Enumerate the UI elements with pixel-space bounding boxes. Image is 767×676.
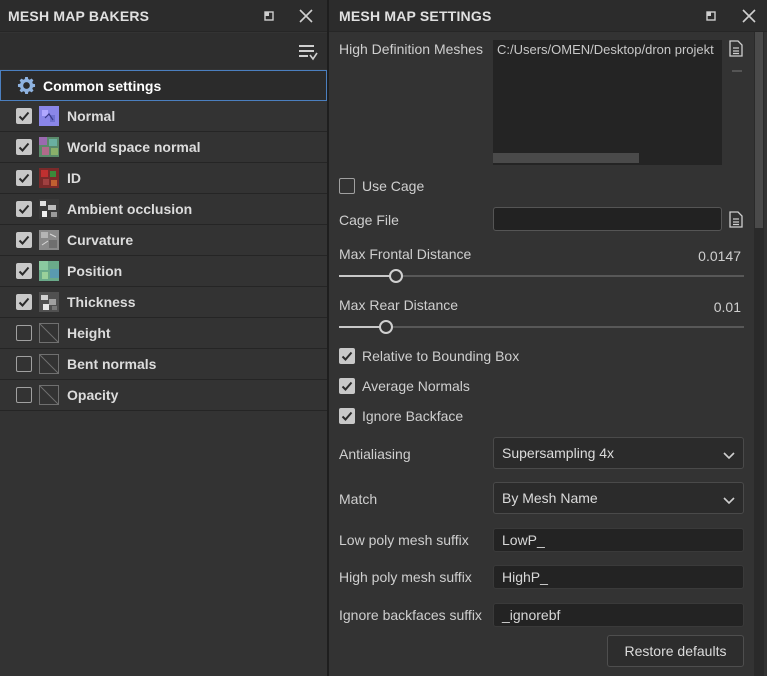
- curvature-map-icon: [39, 230, 59, 250]
- restore-defaults-button[interactable]: Restore defaults: [607, 635, 744, 667]
- mesh-map-settings-panel: MESH MAP SETTINGS High Definition Meshes…: [329, 0, 767, 676]
- baker-item-label: Position: [67, 263, 123, 279]
- ignore-backface-label: Ignore Backface: [362, 408, 464, 424]
- mesh-map-bakers-panel: MESH MAP BAKERS Common settings Normal W…: [0, 0, 327, 676]
- baker-checkbox[interactable]: [16, 325, 32, 341]
- baker-item-label: Thickness: [67, 294, 136, 310]
- file-browse-icon[interactable]: [729, 40, 743, 57]
- thickness-map-icon: [39, 292, 59, 312]
- undock-icon[interactable]: [259, 6, 279, 26]
- high-def-meshes-list[interactable]: C:/Users/OMEN/Desktop/dron projekt: [493, 40, 722, 165]
- baker-item-ambient-occlusion[interactable]: Ambient occlusion: [0, 194, 327, 225]
- baker-checkbox[interactable]: [16, 108, 32, 124]
- baker-checkbox[interactable]: [16, 294, 32, 310]
- bakers-list: Common settings Normal World space normal…: [0, 70, 327, 411]
- file-browse-icon[interactable]: [729, 211, 743, 228]
- slider-handle[interactable]: [389, 269, 403, 283]
- baker-item-opacity[interactable]: Opacity: [0, 380, 327, 411]
- left-panel-title: MESH MAP BAKERS: [8, 8, 150, 24]
- normal-map-icon: [39, 106, 59, 126]
- low-poly-suffix-input[interactable]: LowP_: [493, 528, 744, 552]
- empty-map-icon: [39, 354, 59, 374]
- common-settings-item[interactable]: Common settings: [0, 70, 327, 101]
- match-label: Match: [339, 491, 378, 507]
- baker-item-label: Bent normals: [67, 356, 157, 372]
- left-panel-header: MESH MAP BAKERS: [0, 0, 327, 32]
- low-poly-suffix-label: Low poly mesh suffix: [339, 532, 469, 548]
- empty-map-icon: [39, 323, 59, 343]
- ignore-backfaces-suffix-label: Ignore backfaces suffix: [339, 607, 482, 623]
- baker-checkbox[interactable]: [16, 387, 32, 403]
- relative-bbox-label: Relative to Bounding Box: [362, 348, 520, 364]
- baker-item-height[interactable]: Height: [0, 318, 327, 349]
- bakers-toolbar: [0, 33, 327, 69]
- baker-checkbox[interactable]: [16, 232, 32, 248]
- scrollbar-thumb[interactable]: [755, 32, 763, 228]
- baker-item-normal[interactable]: Normal: [0, 101, 327, 132]
- baker-item-position[interactable]: Position: [0, 256, 327, 287]
- slider-fill: [339, 275, 396, 277]
- undock-icon[interactable]: [701, 6, 721, 26]
- high-poly-suffix-label: High poly mesh suffix: [339, 569, 472, 585]
- baker-item-bent-normals[interactable]: Bent normals: [0, 349, 327, 380]
- baker-item-id[interactable]: ID: [0, 163, 327, 194]
- baker-item-label: Height: [67, 325, 111, 341]
- baker-item-label: Curvature: [67, 232, 134, 248]
- baker-item-label: ID: [67, 170, 81, 186]
- position-map-icon: [39, 261, 59, 281]
- baker-checkbox[interactable]: [16, 201, 32, 217]
- chevron-down-icon: [723, 493, 735, 509]
- match-value: By Mesh Name: [502, 490, 598, 506]
- max-rear-distance-label: Max Rear Distance: [339, 297, 459, 313]
- cage-file-input[interactable]: [493, 207, 722, 231]
- baker-item-label: Ambient occlusion: [67, 201, 193, 217]
- max-frontal-distance-value[interactable]: 0.0147: [698, 248, 741, 264]
- high-def-meshes-label: High Definition Meshes: [339, 41, 483, 57]
- remove-mesh-icon[interactable]: [732, 70, 742, 72]
- high-poly-suffix-input[interactable]: HighP_: [493, 565, 744, 589]
- ignore-backfaces-suffix-input[interactable]: _ignorebf: [493, 603, 744, 627]
- filter-list-icon[interactable]: [297, 41, 319, 63]
- max-rear-distance-slider[interactable]: [339, 320, 744, 334]
- use-cage-label: Use Cage: [362, 178, 425, 194]
- antialiasing-select[interactable]: Supersampling 4x: [493, 437, 744, 469]
- empty-map-icon: [39, 385, 59, 405]
- baker-checkbox[interactable]: [16, 139, 32, 155]
- max-frontal-distance-slider[interactable]: [339, 269, 744, 283]
- high-def-mesh-path[interactable]: C:/Users/OMEN/Desktop/dron projekt: [497, 42, 714, 57]
- max-frontal-distance-label: Max Frontal Distance: [339, 246, 472, 262]
- horizontal-scrollbar[interactable]: [493, 153, 639, 163]
- ao-map-icon: [39, 199, 59, 219]
- baker-item-label: Opacity: [67, 387, 119, 403]
- slider-handle[interactable]: [379, 320, 393, 334]
- average-normals-label: Average Normals: [362, 378, 470, 394]
- close-icon[interactable]: [739, 6, 759, 26]
- antialiasing-label: Antialiasing: [339, 446, 411, 462]
- ignore-backface-checkbox[interactable]: [339, 408, 355, 424]
- baker-item-thickness[interactable]: Thickness: [0, 287, 327, 318]
- cage-file-label: Cage File: [339, 212, 399, 228]
- relative-bbox-checkbox[interactable]: [339, 348, 355, 364]
- use-cage-checkbox[interactable]: [339, 178, 355, 194]
- vertical-scrollbar[interactable]: [754, 32, 764, 676]
- chevron-down-icon: [723, 448, 735, 464]
- gear-icon: [17, 76, 36, 95]
- right-panel-title: MESH MAP SETTINGS: [339, 8, 492, 24]
- id-map-icon: [39, 168, 59, 188]
- baker-item-world-space-normal[interactable]: World space normal: [0, 132, 327, 163]
- right-panel-header: MESH MAP SETTINGS: [329, 0, 767, 32]
- common-settings-label: Common settings: [43, 78, 162, 94]
- baker-checkbox[interactable]: [16, 263, 32, 279]
- average-normals-checkbox[interactable]: [339, 378, 355, 394]
- baker-item-label: Normal: [67, 108, 116, 124]
- max-rear-distance-value[interactable]: 0.01: [714, 299, 741, 315]
- baker-checkbox[interactable]: [16, 170, 32, 186]
- close-icon[interactable]: [296, 6, 316, 26]
- world-normal-icon: [39, 137, 59, 157]
- baker-item-curvature[interactable]: Curvature: [0, 225, 327, 256]
- match-select[interactable]: By Mesh Name: [493, 482, 744, 514]
- antialiasing-value: Supersampling 4x: [502, 445, 615, 461]
- baker-item-label: World space normal: [67, 139, 201, 155]
- baker-checkbox[interactable]: [16, 356, 32, 372]
